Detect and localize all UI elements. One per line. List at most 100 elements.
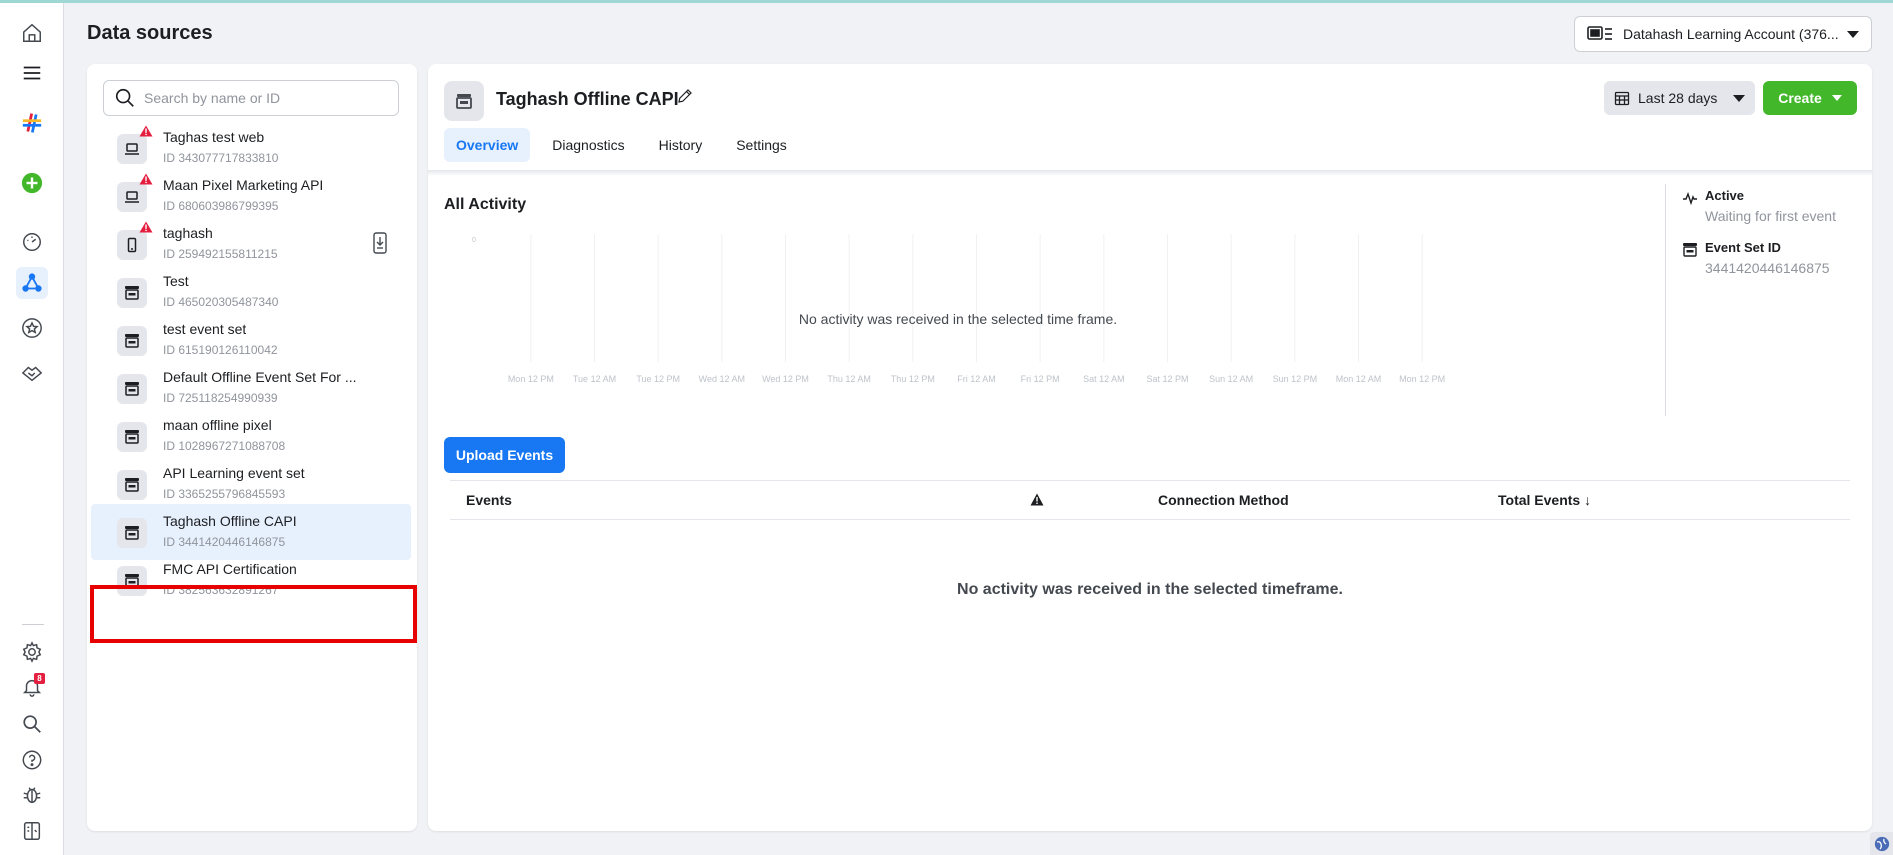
data-source-name: Taghas test web [163, 129, 265, 145]
warning-icon [139, 220, 153, 233]
date-range-button[interactable]: Last 28 days [1604, 81, 1755, 115]
search-icon [115, 88, 134, 107]
tab-overview[interactable]: Overview [444, 128, 531, 162]
chevron-down-icon [1733, 94, 1745, 102]
x-axis-tick-label: Wed 12 PM [762, 374, 809, 384]
tab-diagnostics[interactable]: Diagnostics [540, 128, 636, 162]
table-empty-message: No activity was received in the selected… [957, 581, 1343, 598]
data-source-item[interactable]: FMC API Certification ID 382563632891267 [91, 552, 411, 608]
add-icon[interactable] [16, 167, 48, 199]
data-source-name: Test [163, 273, 189, 289]
language-globe-icon[interactable] [1870, 832, 1893, 855]
data-source-id: ID 680603986799395 [163, 199, 279, 213]
column-total-events[interactable]: Total Events ↓ [1498, 492, 1591, 508]
laptop-icon [117, 182, 147, 212]
data-source-detail-panel: Taghash Offline CAPI Overview Diagnostic… [428, 64, 1872, 831]
tab-settings[interactable]: Settings [724, 128, 799, 162]
panel-toggle-icon[interactable] [16, 815, 48, 847]
star-icon[interactable] [16, 312, 48, 344]
store-icon [117, 278, 147, 308]
x-axis-tick-label: Wed 12 AM [699, 374, 745, 384]
event-set-id-value: 3441420446146875 [1705, 260, 1830, 276]
column-connection-method[interactable]: Connection Method [1158, 492, 1289, 508]
warning-icon [1030, 493, 1044, 506]
data-source-id: ID 615190126110042 [163, 343, 278, 357]
data-source-name: Taghash Offline CAPI [163, 513, 297, 529]
top-accent-line [0, 0, 1893, 3]
store-icon [117, 374, 147, 404]
events-table-header: Events Connection Method Total Events ↓ [450, 480, 1850, 520]
detail-tabs: Overview Diagnostics History Settings [444, 128, 809, 162]
search-field[interactable] [103, 80, 399, 116]
mobile-icon [117, 230, 147, 260]
x-axis-tick-label: Tue 12 PM [636, 374, 680, 384]
upload-events-button[interactable]: Upload Events [444, 437, 565, 473]
warning-icon [139, 172, 153, 185]
data-source-id: ID 725118254990939 [163, 391, 278, 405]
store-icon [117, 422, 147, 452]
edit-pencil-icon[interactable] [676, 87, 694, 105]
data-source-name: Maan Pixel Marketing API [163, 177, 324, 193]
data-source-id: ID 259492155811215 [163, 247, 278, 261]
page-title: Data sources [87, 22, 213, 44]
store-icon [444, 81, 484, 121]
data-source-name: taghash [163, 225, 213, 241]
data-source-id: ID 465020305487340 [163, 295, 279, 309]
business-account-icon [1587, 26, 1612, 40]
event-set-id-label: Event Set ID [1705, 240, 1781, 255]
chevron-down-icon [1847, 30, 1859, 38]
data-source-name: maan offline pixel [163, 417, 272, 433]
data-source-id: ID 382563632891267 [163, 583, 279, 597]
chart-empty-message: No activity was received in the selected… [798, 311, 1118, 327]
chevron-down-icon [1831, 95, 1842, 101]
account-selector[interactable]: Datahash Learning Account (376... [1574, 16, 1872, 52]
events-table: Events Connection Method Total Events ↓ … [450, 480, 1850, 598]
rail-divider [22, 624, 44, 625]
create-button[interactable]: Create [1763, 81, 1857, 115]
data-source-title: Taghash Offline CAPI [496, 89, 679, 109]
account-name: Datahash Learning Account (376... [1623, 26, 1839, 42]
events-manager-icon[interactable] [16, 267, 48, 299]
data-source-id: ID 3365255796845593 [163, 487, 286, 501]
warning-icon [139, 124, 153, 137]
x-axis-tick-label: Fri 12 PM [1021, 374, 1060, 384]
x-axis-tick-label: Thu 12 PM [891, 374, 935, 384]
create-label: Create [1778, 90, 1822, 106]
data-source-id: ID 343077717833810 [163, 151, 279, 165]
status-description: Waiting for first event [1705, 208, 1836, 224]
data-source-name: FMC API Certification [163, 561, 297, 577]
y-axis-tick-label: 0 [472, 237, 476, 244]
global-nav-rail: 8 [0, 3, 64, 855]
notifications-bell-icon[interactable]: 8 [16, 671, 48, 703]
settings-gear-icon[interactable] [16, 636, 48, 668]
help-icon[interactable] [16, 744, 48, 776]
dashboard-gauge-icon[interactable] [16, 226, 48, 258]
x-axis-tick-label: Thu 12 AM [827, 374, 871, 384]
x-axis-tick-label: Sun 12 PM [1273, 374, 1318, 384]
tabs-divider [428, 170, 1872, 176]
x-axis-tick-label: Tue 12 AM [573, 374, 616, 384]
datahash-logo-icon[interactable] [16, 107, 48, 139]
menu-icon[interactable] [16, 57, 48, 89]
store-icon [1683, 243, 1697, 257]
status-divider [1665, 184, 1666, 416]
store-icon [117, 518, 147, 548]
bug-report-icon[interactable] [16, 779, 48, 811]
app-download-icon[interactable] [371, 232, 389, 254]
data-source-name: API Learning event set [163, 465, 305, 481]
calendar-icon [1614, 91, 1630, 106]
x-axis-tick-label: Fri 12 AM [957, 374, 996, 384]
data-source-id: ID 3441420446146875 [163, 535, 286, 549]
x-axis-tick-label: Mon 12 AM [1336, 374, 1382, 384]
column-events[interactable]: Events [466, 492, 512, 508]
data-source-id: ID 1028967271088708 [163, 439, 286, 453]
x-axis-tick-label: Sat 12 PM [1146, 374, 1188, 384]
partnership-icon[interactable] [16, 357, 48, 389]
home-icon[interactable] [16, 17, 48, 49]
x-axis-tick-label: Sun 12 AM [1209, 374, 1253, 384]
notification-count-badge: 8 [34, 673, 45, 684]
tab-history[interactable]: History [647, 128, 715, 162]
search-icon[interactable] [16, 708, 48, 740]
activity-pulse-icon [1683, 191, 1697, 206]
search-input[interactable] [144, 90, 388, 106]
